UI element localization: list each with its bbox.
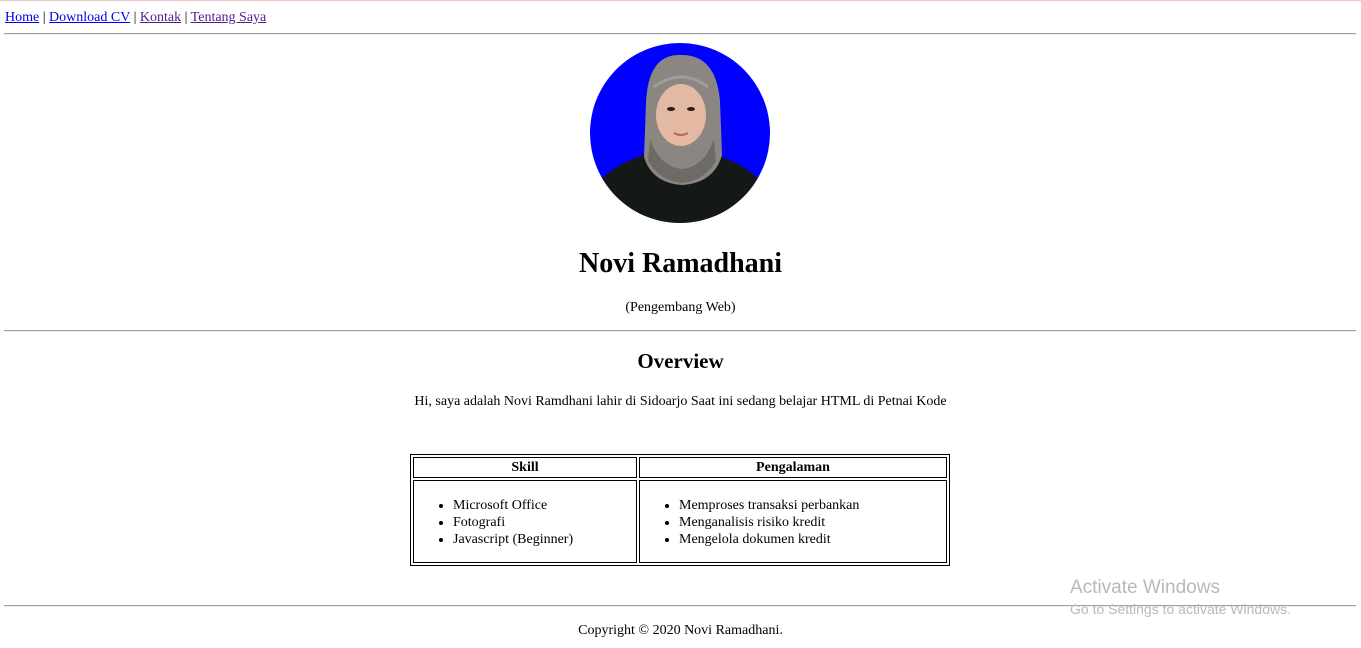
profile-photo-image	[590, 54, 770, 223]
skills-experience-table: Skill Pengalaman Microsoft Office Fotogr…	[410, 454, 950, 566]
activate-windows-watermark: Activate Windows Go to Settings to activ…	[1070, 577, 1291, 618]
profile-role: (Pengembang Web)	[625, 300, 736, 315]
list-item: Memproses transaksi perbankan	[679, 497, 945, 514]
list-item: Microsoft Office	[453, 497, 635, 514]
list-item: Menganalisis risiko kredit	[679, 514, 945, 531]
nav-link-download-cv[interactable]: Download CV	[49, 10, 130, 25]
table-row: Microsoft Office Fotografi Javascript (B…	[413, 480, 947, 563]
experience-cell: Memproses transaksi perbankan Menganalis…	[639, 480, 947, 563]
experience-header: Pengalaman	[639, 457, 947, 478]
skill-list: Microsoft Office Fotografi Javascript (B…	[415, 497, 635, 548]
table-header-row: Skill Pengalaman	[413, 457, 947, 478]
nav-separator: |	[133, 10, 137, 25]
divider-top	[4, 33, 1356, 35]
nav-link-tentang-saya[interactable]: Tentang Saya	[191, 10, 267, 25]
list-item: Fotografi	[453, 514, 635, 531]
nav-link-kontak[interactable]: Kontak	[140, 10, 181, 25]
divider-bottom	[4, 605, 1356, 607]
nav-separator: |	[42, 10, 46, 25]
overview-title: Overview	[637, 349, 724, 373]
profile-photo	[590, 43, 770, 223]
profile-name: Novi Ramadhani	[578, 248, 783, 279]
overview-text: Hi, saya adalah Novi Ramdhani lahir di S…	[414, 394, 947, 409]
watermark-title: Activate Windows	[1070, 577, 1220, 598]
skill-header: Skill	[413, 457, 637, 478]
watermark-subtitle: Go to Settings to activate Windows.	[1070, 601, 1291, 617]
top-nav: Home | Download CV | Kontak | Tentang Sa…	[5, 10, 266, 26]
nav-link-home[interactable]: Home	[5, 10, 39, 25]
experience-list: Memproses transaksi perbankan Menganalis…	[641, 497, 945, 548]
footer-copyright: Copyright © 2020 Novi Ramadhani.	[578, 623, 783, 638]
divider-middle	[4, 330, 1356, 332]
skill-cell: Microsoft Office Fotografi Javascript (B…	[413, 480, 637, 563]
list-item: Javascript (Beginner)	[453, 531, 635, 548]
list-item: Mengelola dokumen kredit	[679, 531, 945, 548]
nav-separator: |	[184, 10, 188, 25]
